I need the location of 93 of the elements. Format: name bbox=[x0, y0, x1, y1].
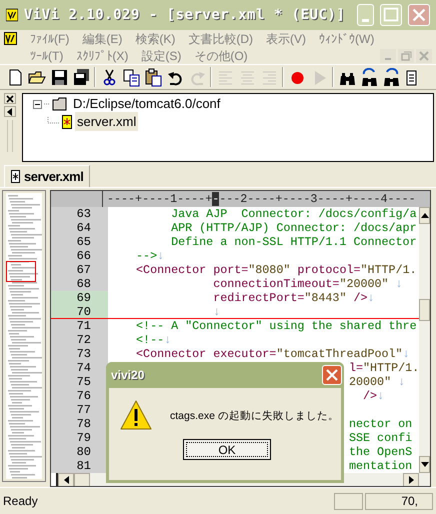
line-number: 78 bbox=[51, 417, 108, 431]
binoculars-icon bbox=[382, 68, 400, 86]
menu-item[interactable]: 設定(S) bbox=[141, 50, 182, 62]
menu-item[interactable]: 文書比較(D) bbox=[188, 32, 253, 44]
scroll-up-button[interactable] bbox=[419, 207, 430, 224]
left-arrow-icon bbox=[64, 476, 68, 484]
line-number: 68 bbox=[51, 277, 108, 291]
menu-item[interactable]: 表示(V) bbox=[266, 32, 306, 44]
code-line: connectionTimeout="20000" ↓ bbox=[212, 277, 403, 291]
line-number: 67 bbox=[51, 263, 108, 277]
code-line: <!-- A "Connector" using the shared thre bbox=[135, 319, 417, 333]
menu-item[interactable]: ﾂｰﾙ(T) bbox=[30, 50, 64, 62]
scroll-thumb[interactable] bbox=[419, 299, 430, 321]
code-line: Define a non-SSL HTTP/1.1 Connector bbox=[170, 235, 417, 249]
line-number: 63 bbox=[51, 207, 108, 221]
code-line: the OpenS bbox=[349, 445, 412, 459]
tab[interactable]: server.xml bbox=[4, 165, 90, 187]
code-line: SSE confi bbox=[349, 431, 412, 445]
menu-item[interactable]: 編集(E) bbox=[82, 32, 122, 44]
tree-item[interactable]: D:/Eclipse/tomcat6.0/conf bbox=[73, 94, 220, 114]
cursor-position: 70, bbox=[365, 492, 433, 510]
code-line: l="HTTP/1. bbox=[349, 361, 420, 375]
menu-item[interactable]: その他(O) bbox=[194, 50, 248, 62]
code-line: ↓ bbox=[212, 305, 220, 318]
vertical-scrollbar[interactable] bbox=[419, 207, 430, 486]
line-number: 77 bbox=[51, 403, 108, 417]
code-line: mentation bbox=[349, 459, 412, 473]
code-line: -->↓ bbox=[135, 249, 164, 263]
line-number: 74 bbox=[51, 361, 108, 375]
collapse-button[interactable] bbox=[4, 106, 16, 117]
app-icon bbox=[6, 7, 18, 23]
line-number: 70 bbox=[51, 305, 108, 318]
window-title: ViVi 2.10.029 - [server.xml * (EUC)] bbox=[24, 6, 346, 24]
line-number: 80 bbox=[51, 445, 108, 459]
line-number: 75 bbox=[51, 375, 108, 389]
line-number: 64 bbox=[51, 221, 108, 235]
tree-connector bbox=[44, 103, 50, 105]
restore-icon bbox=[399, 48, 413, 62]
menu-item[interactable]: ｽｸﾘﾌﾟﾄ(X) bbox=[76, 50, 128, 62]
close-icon bbox=[6, 94, 14, 102]
line-number: 81 bbox=[51, 459, 108, 473]
ruler: ----+----1----+----2----+----3----+----4---- bbox=[103, 191, 430, 207]
close-icon bbox=[325, 368, 339, 382]
status-text: Ready bbox=[3, 493, 39, 510]
status-panel bbox=[334, 492, 363, 510]
code-line: Java AJP Connector: /docs/config/a bbox=[170, 207, 417, 221]
folder-icon bbox=[52, 97, 68, 111]
grip-handle[interactable] bbox=[7, 120, 13, 152]
ok-button[interactable]: OK bbox=[183, 439, 271, 460]
code-line: <Connector port="8080" protocol="HTTP/1. bbox=[135, 263, 417, 277]
file-icon bbox=[62, 114, 72, 128]
code-line: redirectPort="8443" />↓ bbox=[212, 291, 375, 305]
code-line: 20000" ↓ bbox=[349, 375, 406, 389]
line-number: 66 bbox=[51, 249, 108, 263]
code-line: />↓ bbox=[362, 389, 384, 403]
code-line: <!--↓ bbox=[135, 333, 172, 347]
tree-connector bbox=[47, 116, 59, 126]
line-number: 71 bbox=[51, 319, 108, 333]
tree-item[interactable]: server.xml bbox=[75, 112, 138, 132]
dialog-title: vivi20 bbox=[111, 367, 146, 384]
menu-item[interactable]: ｳｨﾝﾄﾞｳ(W) bbox=[319, 32, 374, 44]
down-arrow-icon bbox=[420, 462, 429, 467]
scroll-down-button[interactable] bbox=[419, 456, 430, 473]
line-number: 76 bbox=[51, 389, 108, 403]
binoculars-icon bbox=[360, 68, 378, 86]
floppy-disks-icon bbox=[72, 68, 90, 86]
menu-item[interactable]: 検索(K) bbox=[135, 32, 176, 44]
warning-icon bbox=[120, 400, 152, 430]
triangle-icon bbox=[6, 108, 14, 116]
close-icon bbox=[417, 48, 431, 62]
line-number: 69 bbox=[51, 291, 108, 305]
up-arrow-icon bbox=[420, 213, 429, 218]
file-icon bbox=[11, 170, 20, 183]
menu-item[interactable]: ﾌｧｲﾙ(F) bbox=[30, 32, 70, 44]
line-number: 73 bbox=[51, 347, 108, 361]
scroll-thumb[interactable] bbox=[74, 473, 90, 486]
line-number: 65 bbox=[51, 235, 108, 249]
dialog-message: ctags.exe の起動に失敗しました。 bbox=[170, 409, 339, 424]
document-icon bbox=[4, 32, 17, 45]
collapse-icon[interactable] bbox=[33, 100, 42, 108]
right-arrow-icon bbox=[408, 476, 414, 484]
minimize-icon bbox=[362, 18, 370, 22]
scroll-right-button[interactable] bbox=[403, 473, 420, 486]
line-number: 79 bbox=[51, 431, 108, 445]
copy-icon bbox=[122, 68, 140, 86]
line-number: 72 bbox=[51, 333, 108, 347]
clipboard-icon bbox=[144, 68, 162, 86]
code-line: <Connector executor="tomcatThreadPool"↓ bbox=[135, 347, 410, 361]
minimize-icon bbox=[385, 58, 391, 60]
code-line: APR (HTTP/AJP) Connector: /docs/apr bbox=[170, 221, 417, 235]
code-line: nector on bbox=[349, 417, 412, 431]
scroll-left-button[interactable] bbox=[58, 473, 74, 486]
close-button[interactable] bbox=[4, 93, 16, 104]
